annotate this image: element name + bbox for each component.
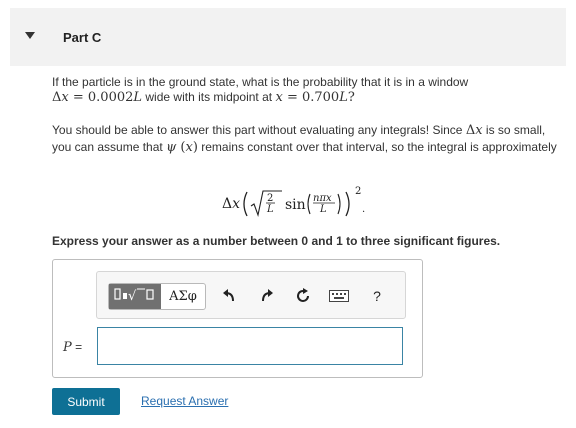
redo-icon[interactable] [257,286,277,306]
hint-part-3: remains constant over that interval, so … [201,140,557,154]
svg-text:√: √ [128,289,137,303]
hint-text: You should be able to answer this part w… [52,122,557,156]
request-answer-link[interactable]: Request Answer [141,394,228,408]
midpoint-expression: x = 0.700L? [275,90,355,105]
question-text: If the particle is in the ground state, … [52,75,557,105]
hint-psi: ψ (x) [166,140,198,155]
templates-icon: √ [114,285,156,308]
svg-text:L: L [266,204,274,215]
hint-delta-x: Δx [465,123,483,138]
math-toolbar: √ ΑΣφ ? [96,271,406,319]
keyboard-icon[interactable] [329,286,349,306]
part-header[interactable]: Part C [10,8,566,66]
answer-box: √ ΑΣφ ? P = [52,259,423,378]
collapse-caret-icon[interactable] [25,32,35,39]
delta-x-expression: Δx = 0.0002L [52,90,143,105]
submit-button[interactable]: Submit [52,388,120,415]
svg-text:sin: sin [285,197,306,213]
greek-symbols-button[interactable]: ΑΣφ [161,284,205,309]
svg-text:2: 2 [267,193,273,204]
help-icon[interactable]: ? [367,286,387,306]
answer-instruction: Express your answer as a number between … [52,234,501,248]
answer-variable-label: P = [63,340,83,355]
undo-icon[interactable] [219,286,239,306]
part-title: Part C [63,30,102,45]
svg-text:2: 2 [355,186,361,197]
svg-text:nπx: nπx [313,193,332,204]
probability-formula: Δx 2 L sin nπx L 2 . [222,182,402,222]
hint-part-1: You should be able to answer this part w… [52,123,463,137]
svg-text:L: L [319,204,327,215]
question-line-2: wide with its midpoint at [145,90,273,104]
reset-icon[interactable] [293,286,313,306]
templates-button[interactable]: √ [109,284,161,309]
svg-text:Δx: Δx [222,196,240,212]
answer-input[interactable] [97,327,403,365]
template-button-group: √ ΑΣφ [108,283,206,310]
svg-text:.: . [362,204,365,215]
question-line-1: If the particle is in the ground state, … [52,75,469,89]
